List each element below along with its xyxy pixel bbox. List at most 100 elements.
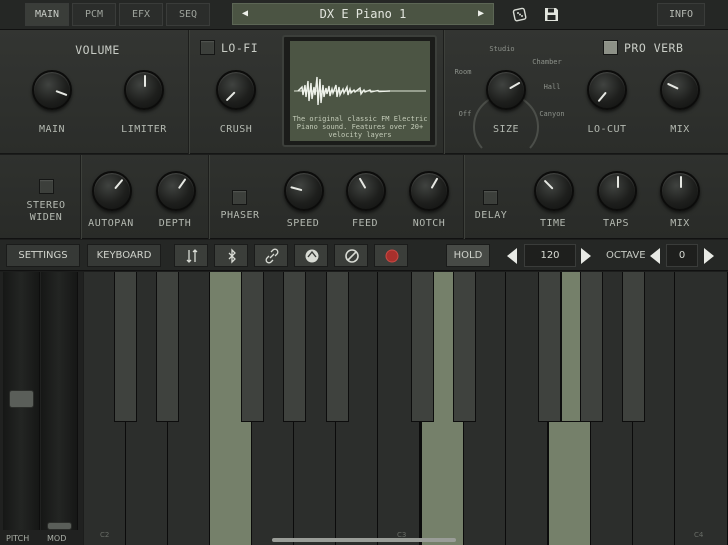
black-key[interactable] <box>241 272 264 422</box>
black-key[interactable] <box>538 272 561 422</box>
pitch-wheel[interactable] <box>3 272 40 530</box>
limiter-knob[interactable] <box>124 70 164 110</box>
delay-taps-knob[interactable] <box>597 171 637 211</box>
midi-sort-button[interactable] <box>174 244 208 267</box>
reverb-size-knob[interactable] <box>486 70 526 110</box>
volume-label: VOLUME <box>75 43 120 57</box>
phaser-feed-knob[interactable] <box>346 171 386 211</box>
black-key[interactable] <box>156 272 179 422</box>
mod-wheel-thumb[interactable] <box>47 522 72 530</box>
black-key[interactable] <box>622 272 645 422</box>
preset-next-button[interactable]: ▶ <box>471 4 491 24</box>
size-label: SIZE <box>492 124 520 135</box>
toolbar: SETTINGS KEYBOARD HOLD 120 OCTAVE 0 <box>0 240 728 271</box>
divider <box>463 155 464 239</box>
record-button[interactable] <box>374 244 408 267</box>
mod-wheel[interactable] <box>41 272 78 530</box>
crush-knob[interactable] <box>216 70 256 110</box>
link-button[interactable] <box>254 244 288 267</box>
tab-efx[interactable]: EFX <box>119 3 163 26</box>
record-icon <box>385 249 399 263</box>
audiobus-button[interactable] <box>294 244 328 267</box>
home-indicator[interactable] <box>272 538 456 542</box>
delay-time-knob[interactable] <box>534 171 574 211</box>
settings-button[interactable]: SETTINGS <box>6 244 80 267</box>
tab-main[interactable]: MAIN <box>25 3 69 26</box>
black-key[interactable] <box>411 272 434 422</box>
black-key[interactable] <box>580 272 603 422</box>
bpm-increase-button[interactable] <box>581 248 591 264</box>
proverb-label: PRO VERB <box>624 41 684 55</box>
stop-circle-icon <box>345 249 359 263</box>
delay-mix-knob[interactable] <box>660 171 700 211</box>
keyboard-button[interactable]: KEYBOARD <box>87 244 161 267</box>
reverb-mix-knob[interactable] <box>660 70 700 110</box>
dice-icon[interactable] <box>512 6 528 22</box>
stereo-widen-toggle[interactable] <box>39 179 54 194</box>
bpm-decrease-button[interactable] <box>507 248 517 264</box>
tab-pcm[interactable]: PCM <box>72 3 116 26</box>
depth-label: DEPTH <box>158 218 192 229</box>
preset-prev-button[interactable]: ◀ <box>235 4 255 24</box>
piano-keyboard[interactable]: C2 C3 C4 <box>84 272 728 545</box>
phaser-speed-knob[interactable] <box>284 171 324 211</box>
bpm-field[interactable]: 120 <box>524 244 576 267</box>
divider <box>443 30 444 154</box>
mod-label: MOD <box>47 534 67 543</box>
room-hall: Hall <box>543 83 561 91</box>
save-icon[interactable] <box>543 6 560 23</box>
white-key[interactable] <box>675 272 728 545</box>
reverb-mix-label: MIX <box>670 124 690 135</box>
delay-label: DELAY <box>474 210 508 221</box>
phaser-notch-knob[interactable] <box>409 171 449 211</box>
black-key[interactable] <box>326 272 349 422</box>
bluetooth-icon <box>228 248 236 264</box>
tab-seq[interactable]: SEQ <box>166 3 210 26</box>
room-chamber: Chamber <box>532 58 562 66</box>
speed-label: SPEED <box>286 218 320 229</box>
black-key[interactable] <box>453 272 476 422</box>
divider <box>80 155 81 239</box>
room-room: Room <box>454 68 472 76</box>
black-key[interactable] <box>114 272 137 422</box>
stereo-label: STEREO <box>26 200 66 211</box>
crush-label: CRUSH <box>219 124 253 135</box>
hold-button[interactable]: HOLD <box>446 244 490 267</box>
autopan-knob[interactable] <box>92 171 132 211</box>
preset-selector[interactable]: ◀ DX E Piano 1 ▶ <box>232 3 494 25</box>
black-key[interactable] <box>283 272 306 422</box>
top-bar: MAIN PCM EFX SEQ ◀ DX E Piano 1 ▶ INFO <box>0 0 728 30</box>
panic-button[interactable] <box>334 244 368 267</box>
main-label: MAIN <box>38 124 66 135</box>
notch-label: NOTCH <box>412 218 446 229</box>
key-label-c4: C4 <box>694 531 704 539</box>
feed-label: FEED <box>351 218 379 229</box>
time-label: TIME <box>539 218 567 229</box>
key-label-c2: C2 <box>100 531 110 539</box>
synth-panel: VOLUME MAIN LIMITER LO-FI CRUSH The orig… <box>0 30 728 154</box>
taps-label: TAPS <box>602 218 630 229</box>
bluetooth-button[interactable] <box>214 244 248 267</box>
depth-knob[interactable] <box>156 171 196 211</box>
phaser-toggle[interactable] <box>232 190 247 205</box>
proverb-toggle[interactable] <box>603 40 618 55</box>
divider <box>208 155 209 239</box>
widen-label: WIDEN <box>29 212 63 223</box>
octave-up-button[interactable] <box>704 248 714 264</box>
autopan-label: AUTOPAN <box>88 218 134 229</box>
link-icon <box>265 248 279 264</box>
delay-toggle[interactable] <box>483 190 498 205</box>
locut-knob[interactable] <box>587 70 627 110</box>
waveform-graphic <box>294 76 426 106</box>
info-button[interactable]: INFO <box>657 3 705 26</box>
wheels-area: PITCH MOD <box>0 272 83 545</box>
octave-down-button[interactable] <box>650 248 660 264</box>
divider <box>188 30 189 154</box>
pitch-wheel-thumb[interactable] <box>9 390 34 408</box>
waveform-display: The original classic FM Electric Piano s… <box>282 35 437 147</box>
lofi-toggle[interactable] <box>200 40 215 55</box>
main-volume-knob[interactable] <box>32 70 72 110</box>
sort-arrows-icon <box>186 249 198 263</box>
lcd-screen: The original classic FM Electric Piano s… <box>290 41 430 141</box>
preset-description: The original classic FM Electric Piano s… <box>292 115 428 139</box>
